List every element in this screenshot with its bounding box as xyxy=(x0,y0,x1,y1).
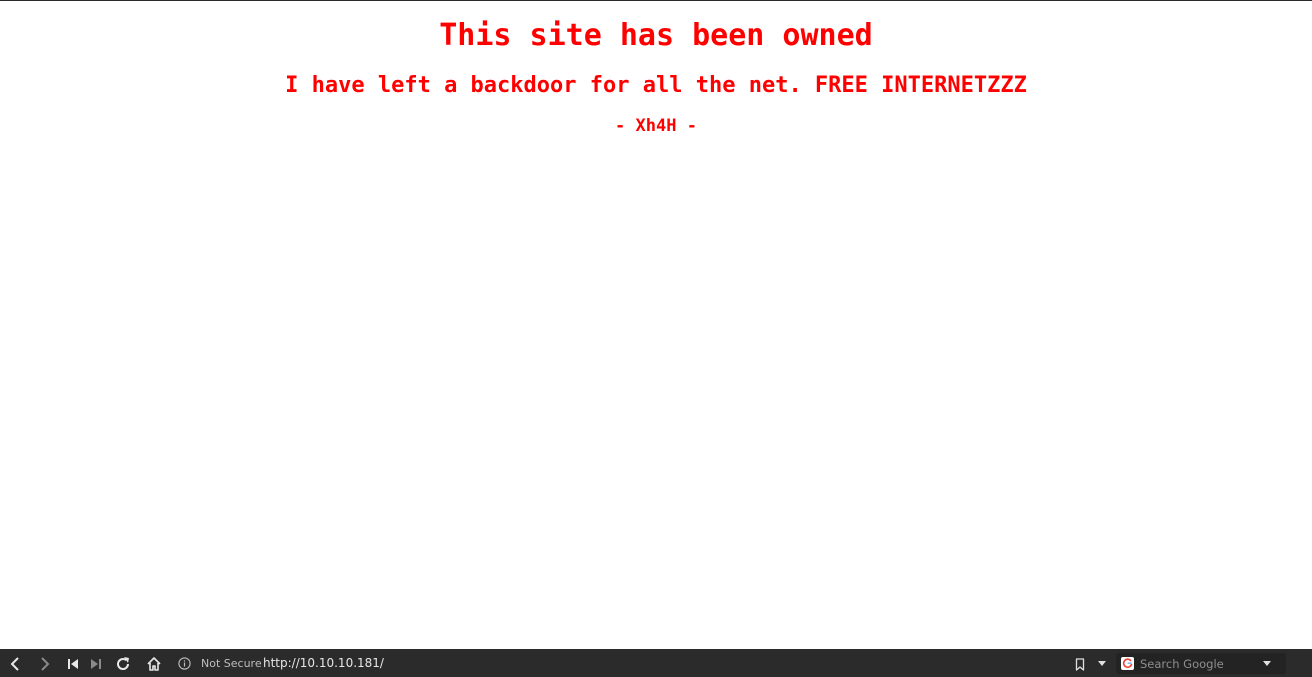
caret-down-icon xyxy=(1263,660,1271,666)
home-icon xyxy=(147,657,161,671)
security-status-label[interactable]: Not Secure xyxy=(201,657,262,671)
search-engine-dropdown[interactable] xyxy=(1256,653,1278,674)
author-signature: - Xh4H - xyxy=(615,116,697,136)
defacement-message: I have left a backdoor for all the net. … xyxy=(285,73,1027,98)
reload-icon xyxy=(117,657,130,670)
skip-back-icon xyxy=(68,659,78,669)
search-box xyxy=(1116,653,1286,674)
reload-button[interactable] xyxy=(112,653,134,675)
address-bar-url[interactable]: http://10.10.10.181/ xyxy=(263,656,384,671)
forward-button[interactable] xyxy=(34,653,56,675)
chevron-left-icon xyxy=(10,657,19,671)
defacement-headline: This site has been owned xyxy=(439,18,873,53)
bookmark-icon xyxy=(1075,657,1085,671)
skip-forward-icon xyxy=(91,659,101,669)
google-g-icon[interactable] xyxy=(1121,657,1134,670)
back-button[interactable] xyxy=(4,653,26,675)
browser-toolbar: Not Secure http://10.10.10.181/ xyxy=(0,649,1312,677)
caret-down-icon xyxy=(1098,661,1106,666)
search-input[interactable] xyxy=(1140,655,1250,672)
rewind-button[interactable] xyxy=(62,653,84,675)
fast-forward-button[interactable] xyxy=(85,653,107,675)
web-page-content: This site has been owned I have left a b… xyxy=(0,1,1312,649)
info-icon[interactable] xyxy=(178,657,191,670)
home-button[interactable] xyxy=(143,653,165,675)
bookmark-menu-button[interactable] xyxy=(1091,653,1113,675)
chevron-right-icon xyxy=(41,657,50,671)
bookmark-button[interactable] xyxy=(1069,653,1091,675)
